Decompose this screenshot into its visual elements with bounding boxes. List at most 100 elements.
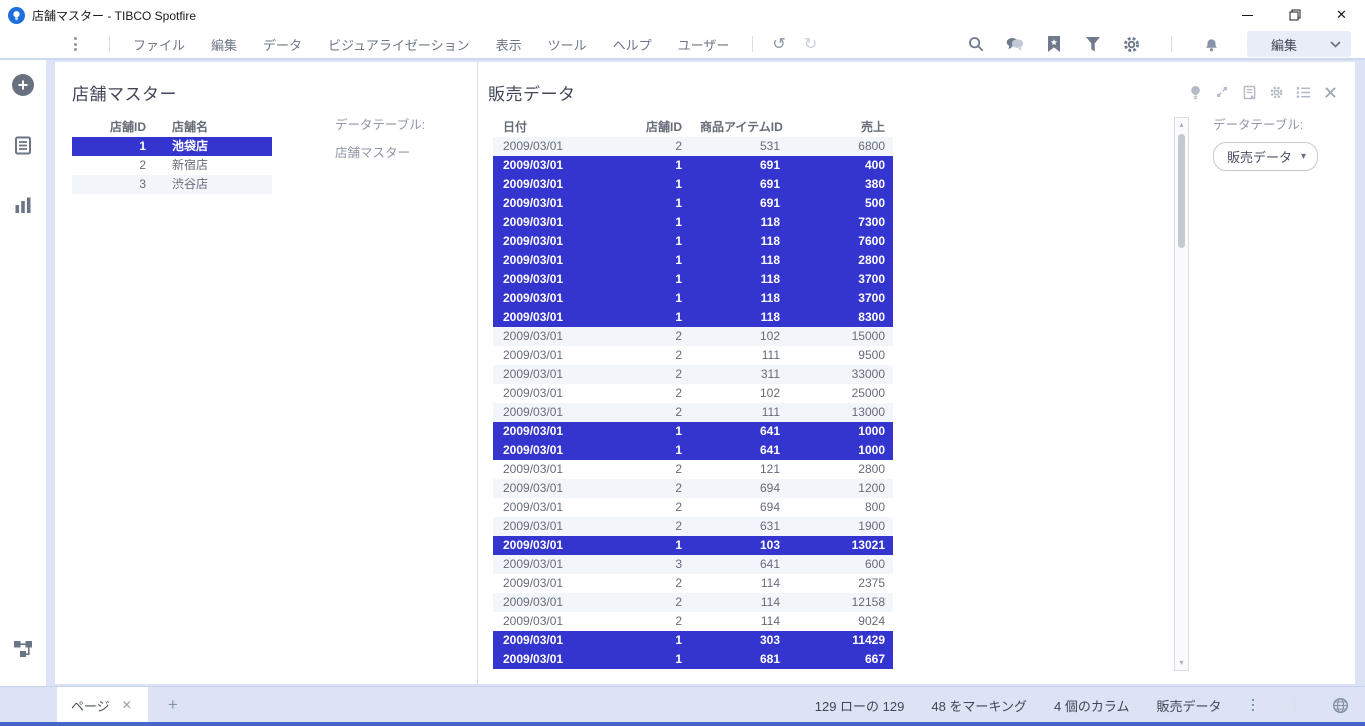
table-cell: 311: [760, 367, 780, 381]
table-row[interactable]: 2009/03/01 2 311 33000: [493, 365, 893, 384]
table-row[interactable]: 3 渋谷店: [72, 175, 272, 194]
table-row[interactable]: 2009/03/01 1 681 667: [493, 650, 893, 669]
caret-down-icon: ▾: [1301, 151, 1307, 162]
table-row[interactable]: 2009/03/01 1 118 3700: [493, 270, 893, 289]
table-row[interactable]: 2009/03/01 1 691 500: [493, 194, 893, 213]
restore-button[interactable]: [1271, 0, 1318, 30]
table-row[interactable]: 2009/03/01 1 691 400: [493, 156, 893, 175]
table-row[interactable]: 2009/03/01 2 114 2375: [493, 574, 893, 593]
plus-icon: [12, 74, 34, 96]
table-row[interactable]: 1 池袋店: [72, 137, 272, 156]
column-header[interactable]: 店舗ID: [610, 118, 690, 137]
table-cell: 33000: [851, 367, 885, 381]
table-cell: 1000: [858, 443, 885, 457]
status-item[interactable]: 4 個のカラム: [1054, 696, 1129, 715]
table-row[interactable]: 2009/03/01 1 641 1000: [493, 441, 893, 460]
column-header[interactable]: 日付: [493, 118, 610, 137]
column-header[interactable]: 売上: [790, 118, 893, 137]
column-header[interactable]: 店舗名: [160, 118, 272, 137]
recommendations-lightbulb-icon[interactable]: [1187, 84, 1203, 100]
table-cell: 新宿店: [172, 158, 209, 172]
scroll-down-icon[interactable]: ▾: [1175, 656, 1188, 670]
visualizations-panel-icon[interactable]: [14, 197, 32, 214]
visual-toolbar: [1187, 84, 1338, 100]
table-row[interactable]: 2009/03/01 1 118 2800: [493, 251, 893, 270]
table-row[interactable]: 2009/03/01 2 114 12158: [493, 593, 893, 612]
table-row[interactable]: 2009/03/01 2 111 13000: [493, 403, 893, 422]
visual-properties-gear-icon[interactable]: [1268, 84, 1284, 100]
close-tab-icon[interactable]: ✕: [122, 698, 132, 712]
datatable-dropdown-value: 販売データ: [1227, 150, 1293, 165]
status-kebab-icon[interactable]: [1249, 696, 1258, 715]
redo-icon[interactable]: ↻: [804, 34, 817, 54]
add-page-button[interactable]: +: [168, 695, 178, 715]
datatable-dropdown[interactable]: 販売データ ▾: [1213, 142, 1319, 171]
details-list-icon[interactable]: [1295, 84, 1311, 100]
data-panel-icon[interactable]: [14, 136, 32, 155]
status-item[interactable]: 48 をマーキング: [931, 696, 1027, 715]
comments-annotation-icon[interactable]: [1241, 84, 1257, 100]
table-cell: 118: [760, 272, 780, 286]
menu-item[interactable]: データ: [263, 35, 302, 54]
close-window-button[interactable]: ✕: [1318, 0, 1365, 30]
table-row[interactable]: 2009/03/01 2 694 800: [493, 498, 893, 517]
table-cell: 11429: [852, 633, 885, 647]
undo-icon[interactable]: ↺: [772, 34, 785, 54]
menu-item[interactable]: 編集: [211, 35, 237, 54]
minimize-button[interactable]: [1224, 0, 1271, 30]
table-row[interactable]: 2009/03/01 2 111 9500: [493, 346, 893, 365]
scrollbar-thumb[interactable]: [1178, 134, 1185, 248]
add-button[interactable]: [12, 74, 34, 96]
table-row[interactable]: 2009/03/01 1 641 1000: [493, 422, 893, 441]
table-row[interactable]: 2009/03/01 1 303 11429: [493, 631, 893, 650]
settings-gear-icon[interactable]: [1122, 35, 1141, 54]
table-row[interactable]: 2009/03/01 2 121 2800: [493, 460, 893, 479]
left-legend: データテーブル: 店舗マスター: [335, 114, 425, 161]
filter-icon[interactable]: [1083, 35, 1102, 54]
maximize-visual-icon[interactable]: [1214, 84, 1230, 100]
column-header[interactable]: 店舗ID: [72, 118, 160, 137]
table-row[interactable]: 2009/03/01 1 118 3700: [493, 289, 893, 308]
table-cell: 631: [759, 519, 780, 533]
menu-item[interactable]: ユーザー: [678, 35, 730, 54]
close-visual-icon[interactable]: [1322, 84, 1338, 100]
search-icon[interactable]: [966, 35, 985, 54]
kebab-menu-icon[interactable]: [70, 33, 81, 55]
page-canvas: 店舗マスター 店舗ID 店舗名 1 池袋店 2 新宿店 3 渋谷店 データテーブル: 店舗マ…: [0, 60, 1365, 686]
menu-item[interactable]: 表示: [496, 35, 522, 54]
menu-item[interactable]: ヘルプ: [613, 35, 652, 54]
notifications-bell-icon[interactable]: [1202, 35, 1221, 54]
table-cell: 2: [139, 158, 146, 172]
vertical-scrollbar[interactable]: ▴ ▾: [1174, 117, 1189, 671]
table-cell: 2009/03/01: [503, 348, 564, 362]
status-item[interactable]: 129 ローの 129: [815, 696, 905, 715]
table-row[interactable]: 2009/03/01 1 118 7300: [493, 213, 893, 232]
table-cell: 1: [139, 139, 146, 153]
table-row[interactable]: 2009/03/01 1 691 380: [493, 175, 893, 194]
scroll-up-icon[interactable]: ▴: [1175, 118, 1188, 132]
table-row[interactable]: 2009/03/01 2 114 9024: [493, 612, 893, 631]
menu-item[interactable]: ファイル: [133, 35, 185, 54]
table-row[interactable]: 2009/03/01 1 118 7600: [493, 232, 893, 251]
table-row[interactable]: 2009/03/01 1 103 13021: [493, 536, 893, 555]
globe-icon[interactable]: [1332, 697, 1349, 714]
table-row[interactable]: 2009/03/01 3 641 600: [493, 555, 893, 574]
table-row[interactable]: 2009/03/01 2 102 25000: [493, 384, 893, 403]
table-row[interactable]: 2009/03/01 1 118 8300: [493, 308, 893, 327]
page-tab[interactable]: ページ ✕: [57, 687, 148, 723]
data-canvas-icon[interactable]: [13, 638, 34, 658]
mode-dropdown[interactable]: 編集: [1247, 31, 1351, 57]
bookmarks-icon[interactable]: [1044, 35, 1063, 54]
menu-item[interactable]: ツール: [548, 35, 587, 54]
table-cell: 2: [675, 481, 682, 495]
table-row[interactable]: 2009/03/01 2 694 1200: [493, 479, 893, 498]
spotfire-logo-icon: [8, 6, 25, 24]
table-row[interactable]: 2009/03/01 2 631 1900: [493, 517, 893, 536]
status-item[interactable]: 販売データ: [1156, 696, 1221, 715]
table-row[interactable]: 2009/03/01 2 531 6800: [493, 137, 893, 156]
table-row[interactable]: 2009/03/01 2 102 15000: [493, 327, 893, 346]
comments-icon[interactable]: [1005, 35, 1024, 54]
menu-item[interactable]: ビジュアライゼーション: [328, 35, 470, 54]
table-row[interactable]: 2 新宿店: [72, 156, 272, 175]
column-header[interactable]: 商品アイテムID: [690, 118, 790, 137]
